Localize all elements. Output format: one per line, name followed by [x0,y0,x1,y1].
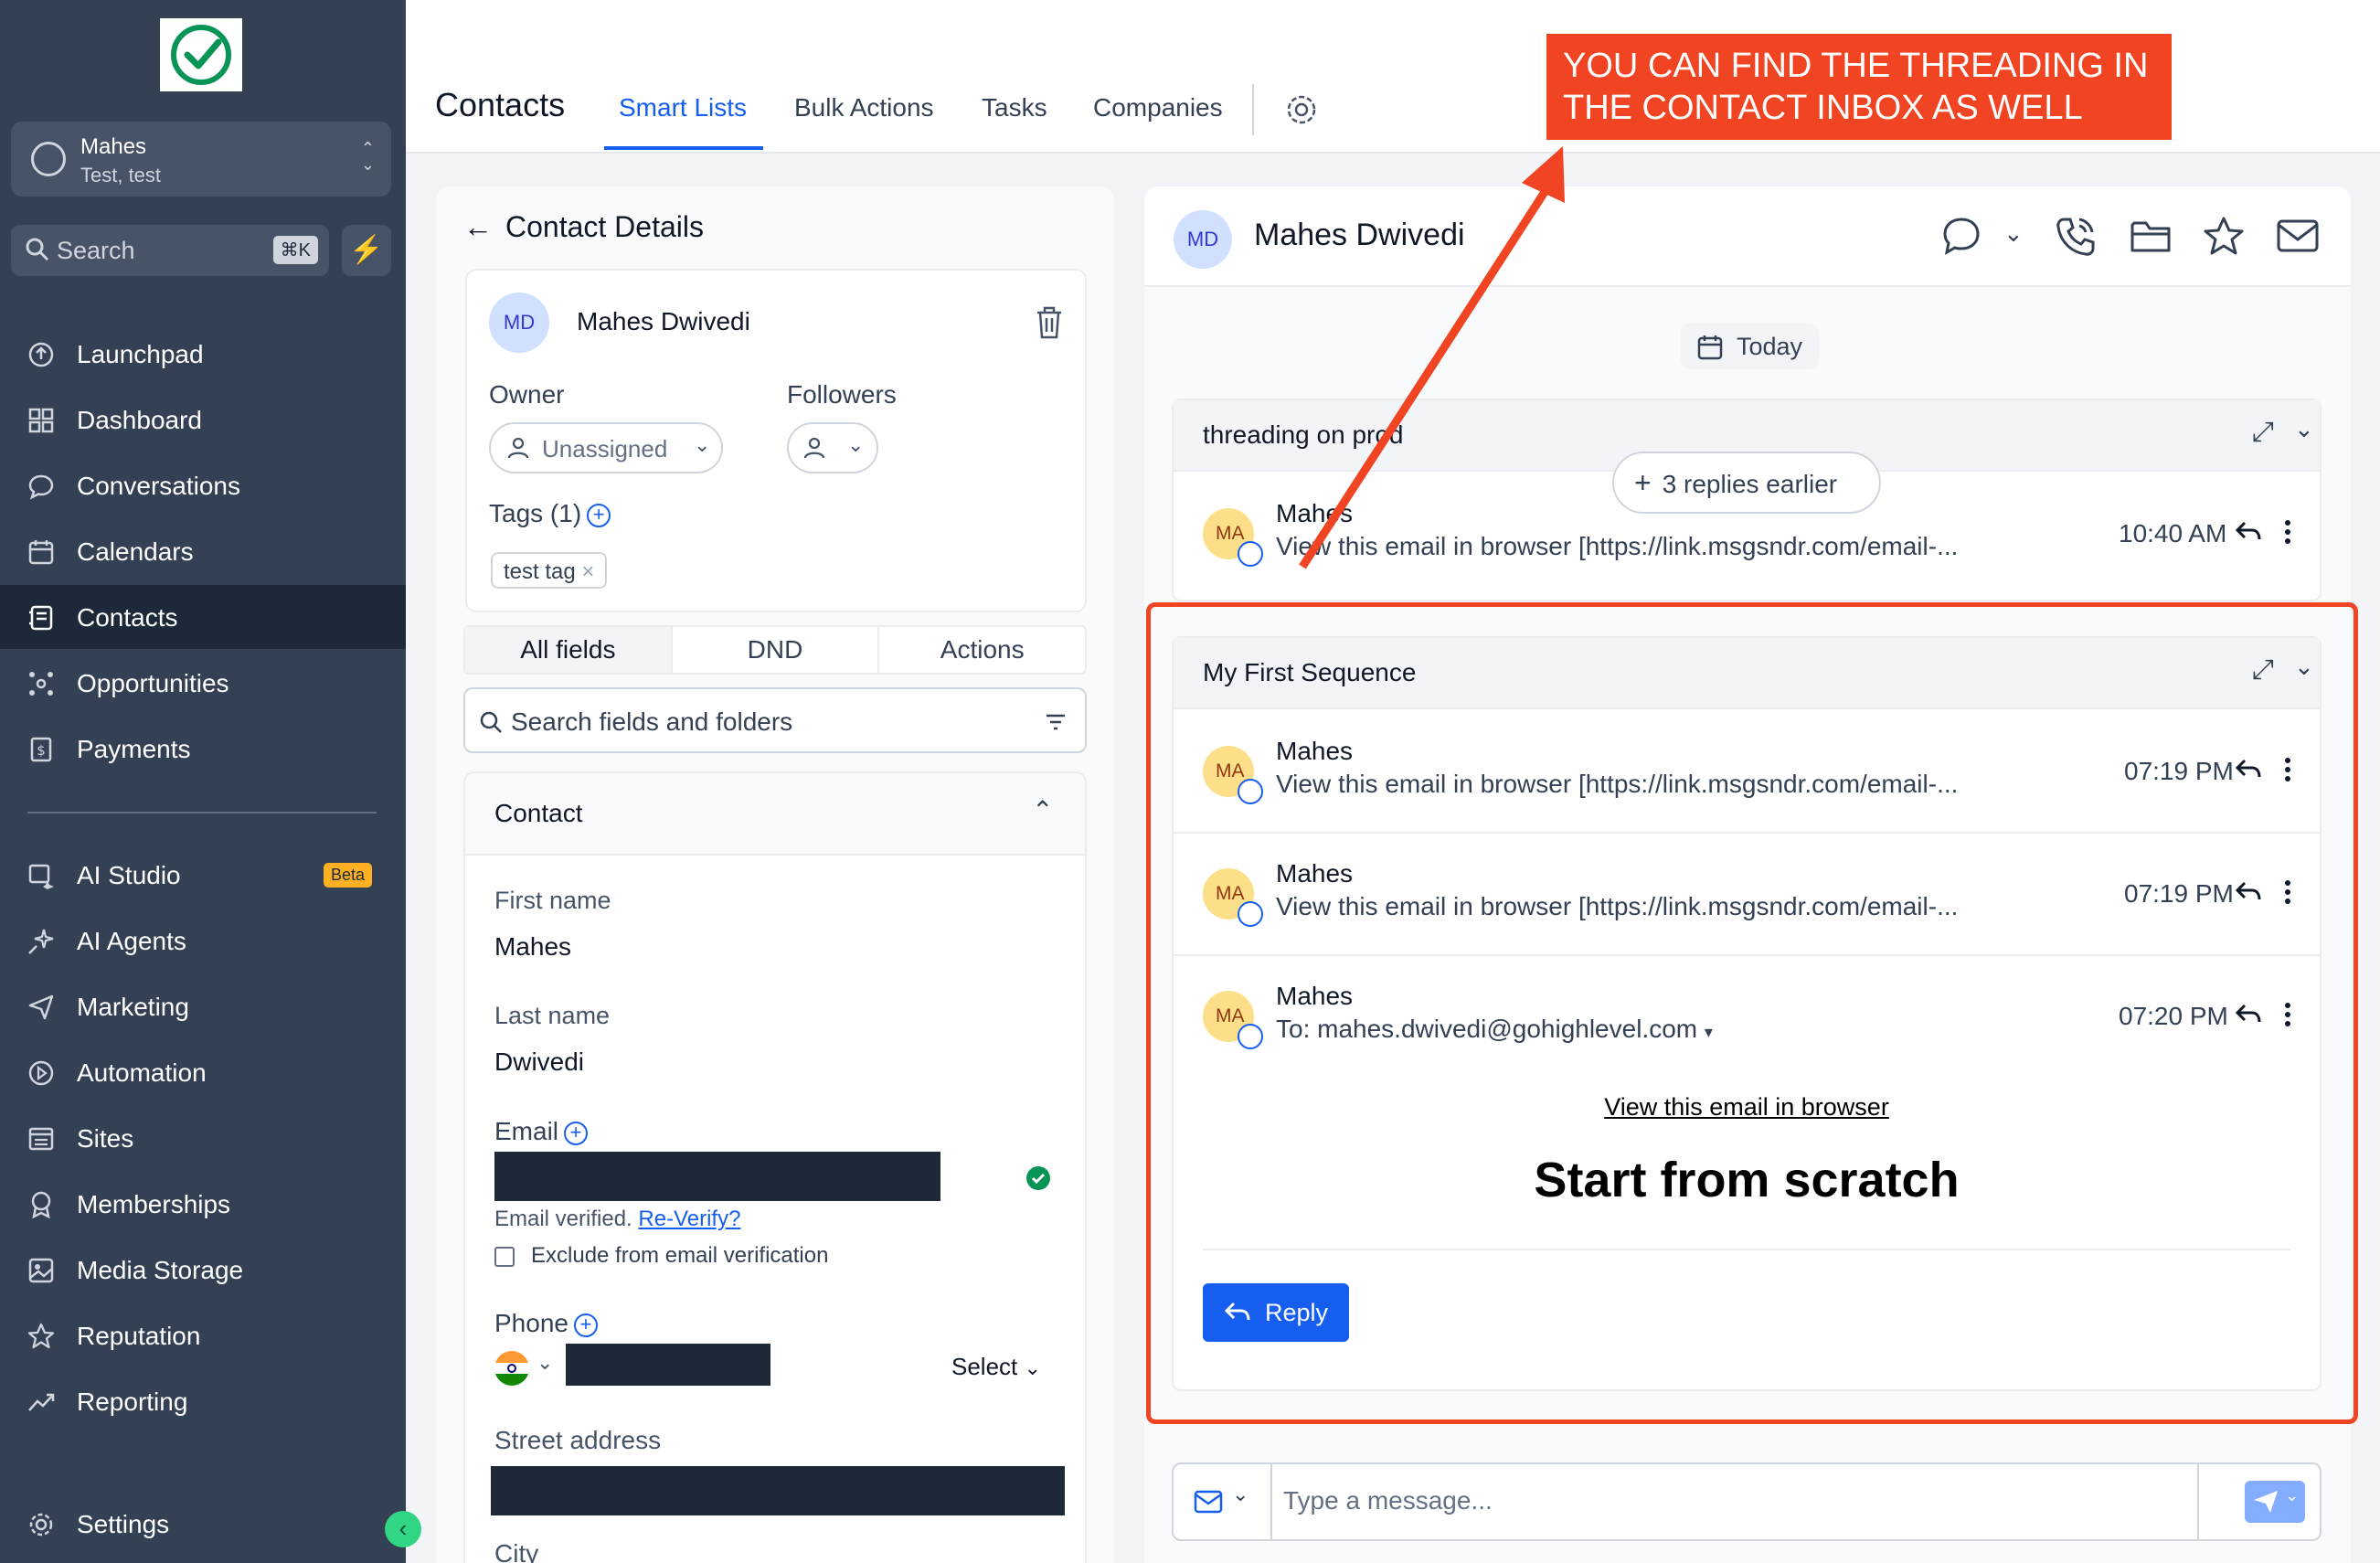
annotation-callout: YOU CAN FIND THE THREADING IN THE CONTAC… [1546,34,2172,140]
annotation-arrow [1299,146,1565,569]
